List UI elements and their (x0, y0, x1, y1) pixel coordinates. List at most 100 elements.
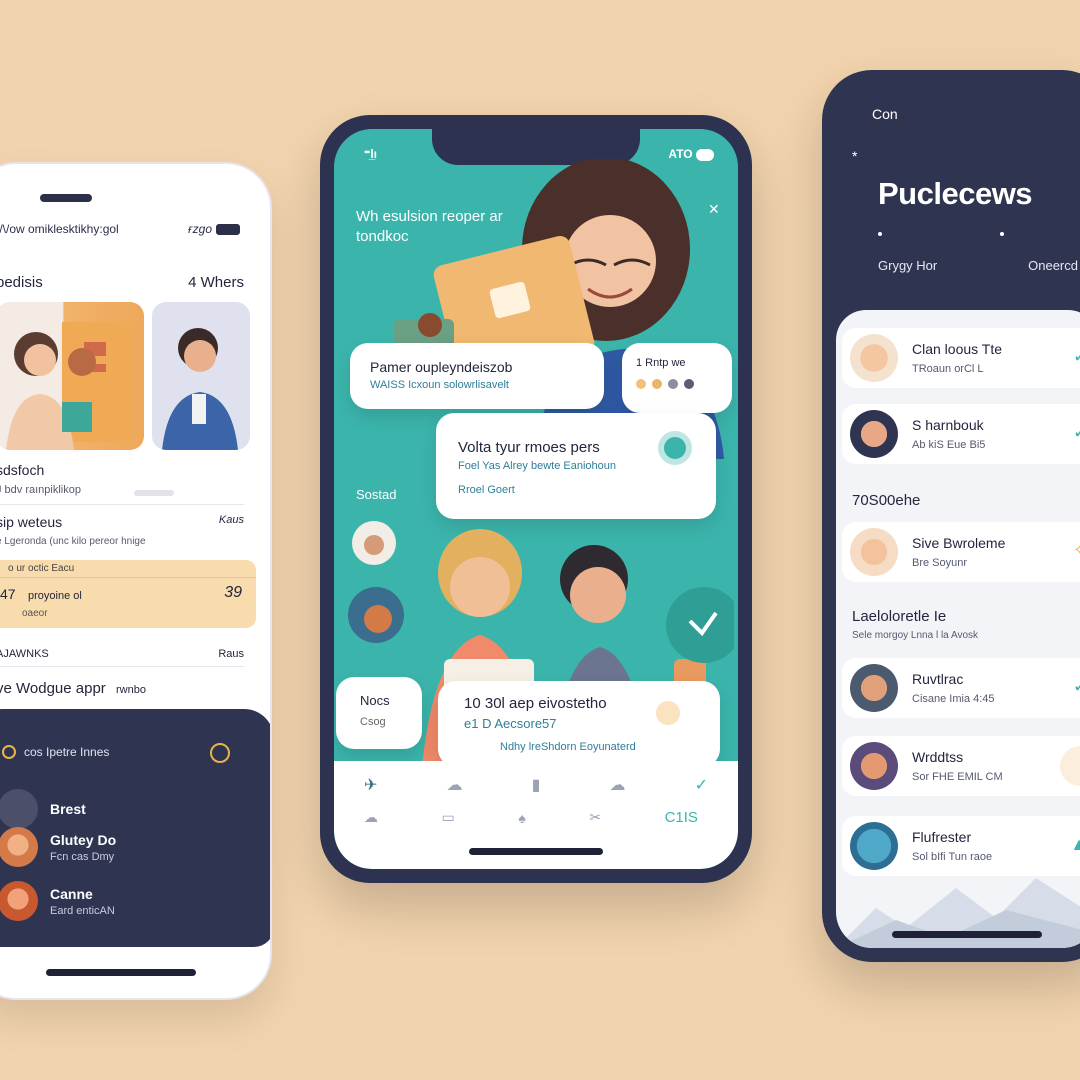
bubble-footnote: Rroel Goert (458, 484, 515, 496)
list-item[interactable]: Ruvtlrac Cisane Imia 4:45 ✓ (842, 658, 1080, 718)
contact-row[interactable]: Glutey Do Fcn cas Dmy (0, 827, 116, 867)
bubble-title: Nocs (360, 693, 390, 708)
payment-amount-left: 47 (0, 586, 16, 602)
item-name: Ruvtlrac (912, 671, 964, 687)
section-sub: Sele morgoy Lnna l la Avosk (852, 630, 979, 641)
section-title: pedisis (0, 274, 43, 291)
contact-detail: Eard enticAN (50, 904, 115, 917)
tab-icon[interactable]: ☁ (364, 809, 378, 826)
dot-icon (636, 379, 646, 389)
bubble-footnote: Ndhy lreShdorn Eoyunaterd (500, 741, 636, 753)
dot-icon (668, 379, 678, 389)
item-name: S harnbouk (912, 417, 984, 433)
check-icon[interactable]: ✓ (695, 775, 708, 795)
item-right: Kaus (218, 514, 244, 526)
home-indicator (469, 848, 603, 855)
emoji-icon (656, 701, 680, 725)
left-phone: \/\/ow omiklesktikhy:gol ғzgo pedisis 4 … (0, 162, 272, 1000)
avatar (0, 827, 38, 867)
message-bubble[interactable]: Volta tyur rmoes pers Foel Yas Alrey bew… (436, 413, 716, 519)
tab-icon[interactable]: ✂ (589, 809, 601, 826)
list-item[interactable]: Sive Bwroleme Bre Soyunr ✧ (842, 522, 1080, 582)
app-title[interactable]: ve Wodgue appr rwnbo (0, 680, 146, 697)
item-title[interactable]: sdsfoch (0, 462, 44, 478)
progress-indicator (134, 490, 174, 496)
item-name: Flufrester (912, 829, 972, 845)
payment-card[interactable]: o ur octic Eacu 47 proyoine ol oaeor 39 (0, 560, 256, 628)
list-item[interactable]: S harnbouk Ab kiS Eue Bi5 ✓ (842, 404, 1080, 464)
contact-row[interactable]: Canne Eard enticAN (0, 881, 115, 921)
card-image-1[interactable] (0, 302, 144, 450)
panel-header: cos Ipetre Innes (2, 745, 109, 759)
center-screen: ⁼l̲ı ATO Wh esulsion reoper ar tondkoc ✕… (334, 129, 738, 869)
check-icon: ✓ (1073, 422, 1080, 443)
tab-bar: Grygy Hor Oneercd (878, 258, 1078, 273)
payment-description: proyoine ol (28, 590, 82, 602)
message-bubble[interactable]: Nocs Csog (336, 677, 422, 749)
tab-icon[interactable]: ♠ (518, 810, 525, 826)
item-title: sip weteus (0, 514, 63, 530)
bubble-subtitle: Foel Yas Alrey bewte Eaniohoun (458, 460, 616, 472)
contacts-panel: cos Ipetre Innes Brest Glutey Do Fcn cas… (0, 709, 270, 947)
avatar (850, 742, 898, 790)
card-image-2[interactable] (152, 302, 250, 450)
avatar (850, 664, 898, 712)
item-sub: Sor FHE EMIL CM (912, 771, 1003, 783)
contact-row[interactable]: Brest (0, 789, 86, 829)
contact-name: Canne (50, 885, 93, 902)
tab-2[interactable]: Oneercd (1028, 258, 1078, 273)
side-label: Sostad (356, 487, 397, 502)
bottom-label[interactable]: C1IS (665, 809, 698, 826)
dot-icon (1000, 232, 1004, 236)
cloud-icon[interactable]: ☁ (610, 775, 626, 795)
cloud-icon[interactable]: ☁ (447, 775, 463, 795)
message-bubble[interactable]: 10 30l aep eivostetho e1 D Aecsore57 Ndh… (438, 681, 720, 767)
item-row[interactable]: sip weteus Kaus (0, 514, 244, 530)
item-name: Sive Bwroleme (912, 535, 1006, 551)
card-row (0, 302, 250, 450)
right-phone: Con * Puclecews Grygy Hor Oneercd Clan l… (822, 70, 1080, 962)
item-subtitle: J bdv raınpiklikop (0, 484, 81, 496)
status-right: ғzgo (188, 222, 240, 236)
app-title-suffix: rwnbo (115, 684, 146, 696)
center-phone: ⁼l̲ı ATO Wh esulsion reoper ar tondkoc ✕… (320, 115, 752, 883)
trash-icon[interactable]: ▮ (532, 775, 541, 795)
check-icon: ✓ (1073, 676, 1080, 697)
emoji-icon (1060, 746, 1080, 786)
dot-icon (652, 379, 662, 389)
item-sub: Ab kiS Eue Bi5 (912, 439, 986, 451)
payment-label: o ur octic Eacu (0, 560, 256, 578)
reaction-bubble[interactable]: 1 Rntp we (622, 343, 732, 413)
contact-name: Glutey Do (50, 831, 117, 848)
divider (0, 666, 244, 667)
item-sub: Bre Soyunr (912, 557, 968, 569)
plane-icon[interactable]: ✈ (364, 775, 377, 795)
settings-ring-icon[interactable] (210, 743, 230, 763)
section-count[interactable]: 4 Whers (188, 274, 244, 291)
item-sub: Cisane Imia 4:45 (912, 693, 995, 705)
section-header: 70S00ehe (852, 492, 921, 509)
bubble-title: Pamer oupleyndeiszob (370, 359, 513, 375)
star-icon: * (852, 148, 858, 164)
person-illustration (6, 322, 132, 450)
message-bubble[interactable]: Pamer oupleyndeiszob WAISS Icxoun solowr… (350, 343, 604, 409)
avatar (850, 334, 898, 382)
tab-icon[interactable]: ▭ (442, 809, 455, 826)
tab-1[interactable]: Grygy Hor (878, 258, 937, 273)
dot-icon (878, 232, 882, 236)
ring-icon (2, 745, 16, 759)
battery-icon (216, 223, 240, 235)
section-header: Laeloloretle Ie (852, 608, 947, 625)
item-sub: TRoaun orCl L (912, 363, 984, 375)
panel-header-text: cos Ipetre Innes (24, 745, 110, 759)
contact-name: Brest (50, 801, 86, 817)
list-item[interactable]: Wrddtss Sor FHE EMIL CM (842, 736, 1080, 796)
speaker-notch (40, 194, 92, 202)
app-title-text: ve Wodgue appr (0, 680, 106, 697)
avatar (850, 528, 898, 576)
contact-list: Clan loous Tte TRoaun orCl L ✓ S harnbouk… (836, 310, 1080, 948)
dot-icon (684, 379, 694, 389)
list-item[interactable]: Clan loous Tte TRoaun orCl L ✓ (842, 328, 1080, 388)
bottom-tab-bar: ✈ ☁ ▮ ☁ ✓ ☁ ▭ ♠ ✂ C1IS (334, 761, 738, 869)
payment-amount-right: 39 (224, 584, 242, 601)
